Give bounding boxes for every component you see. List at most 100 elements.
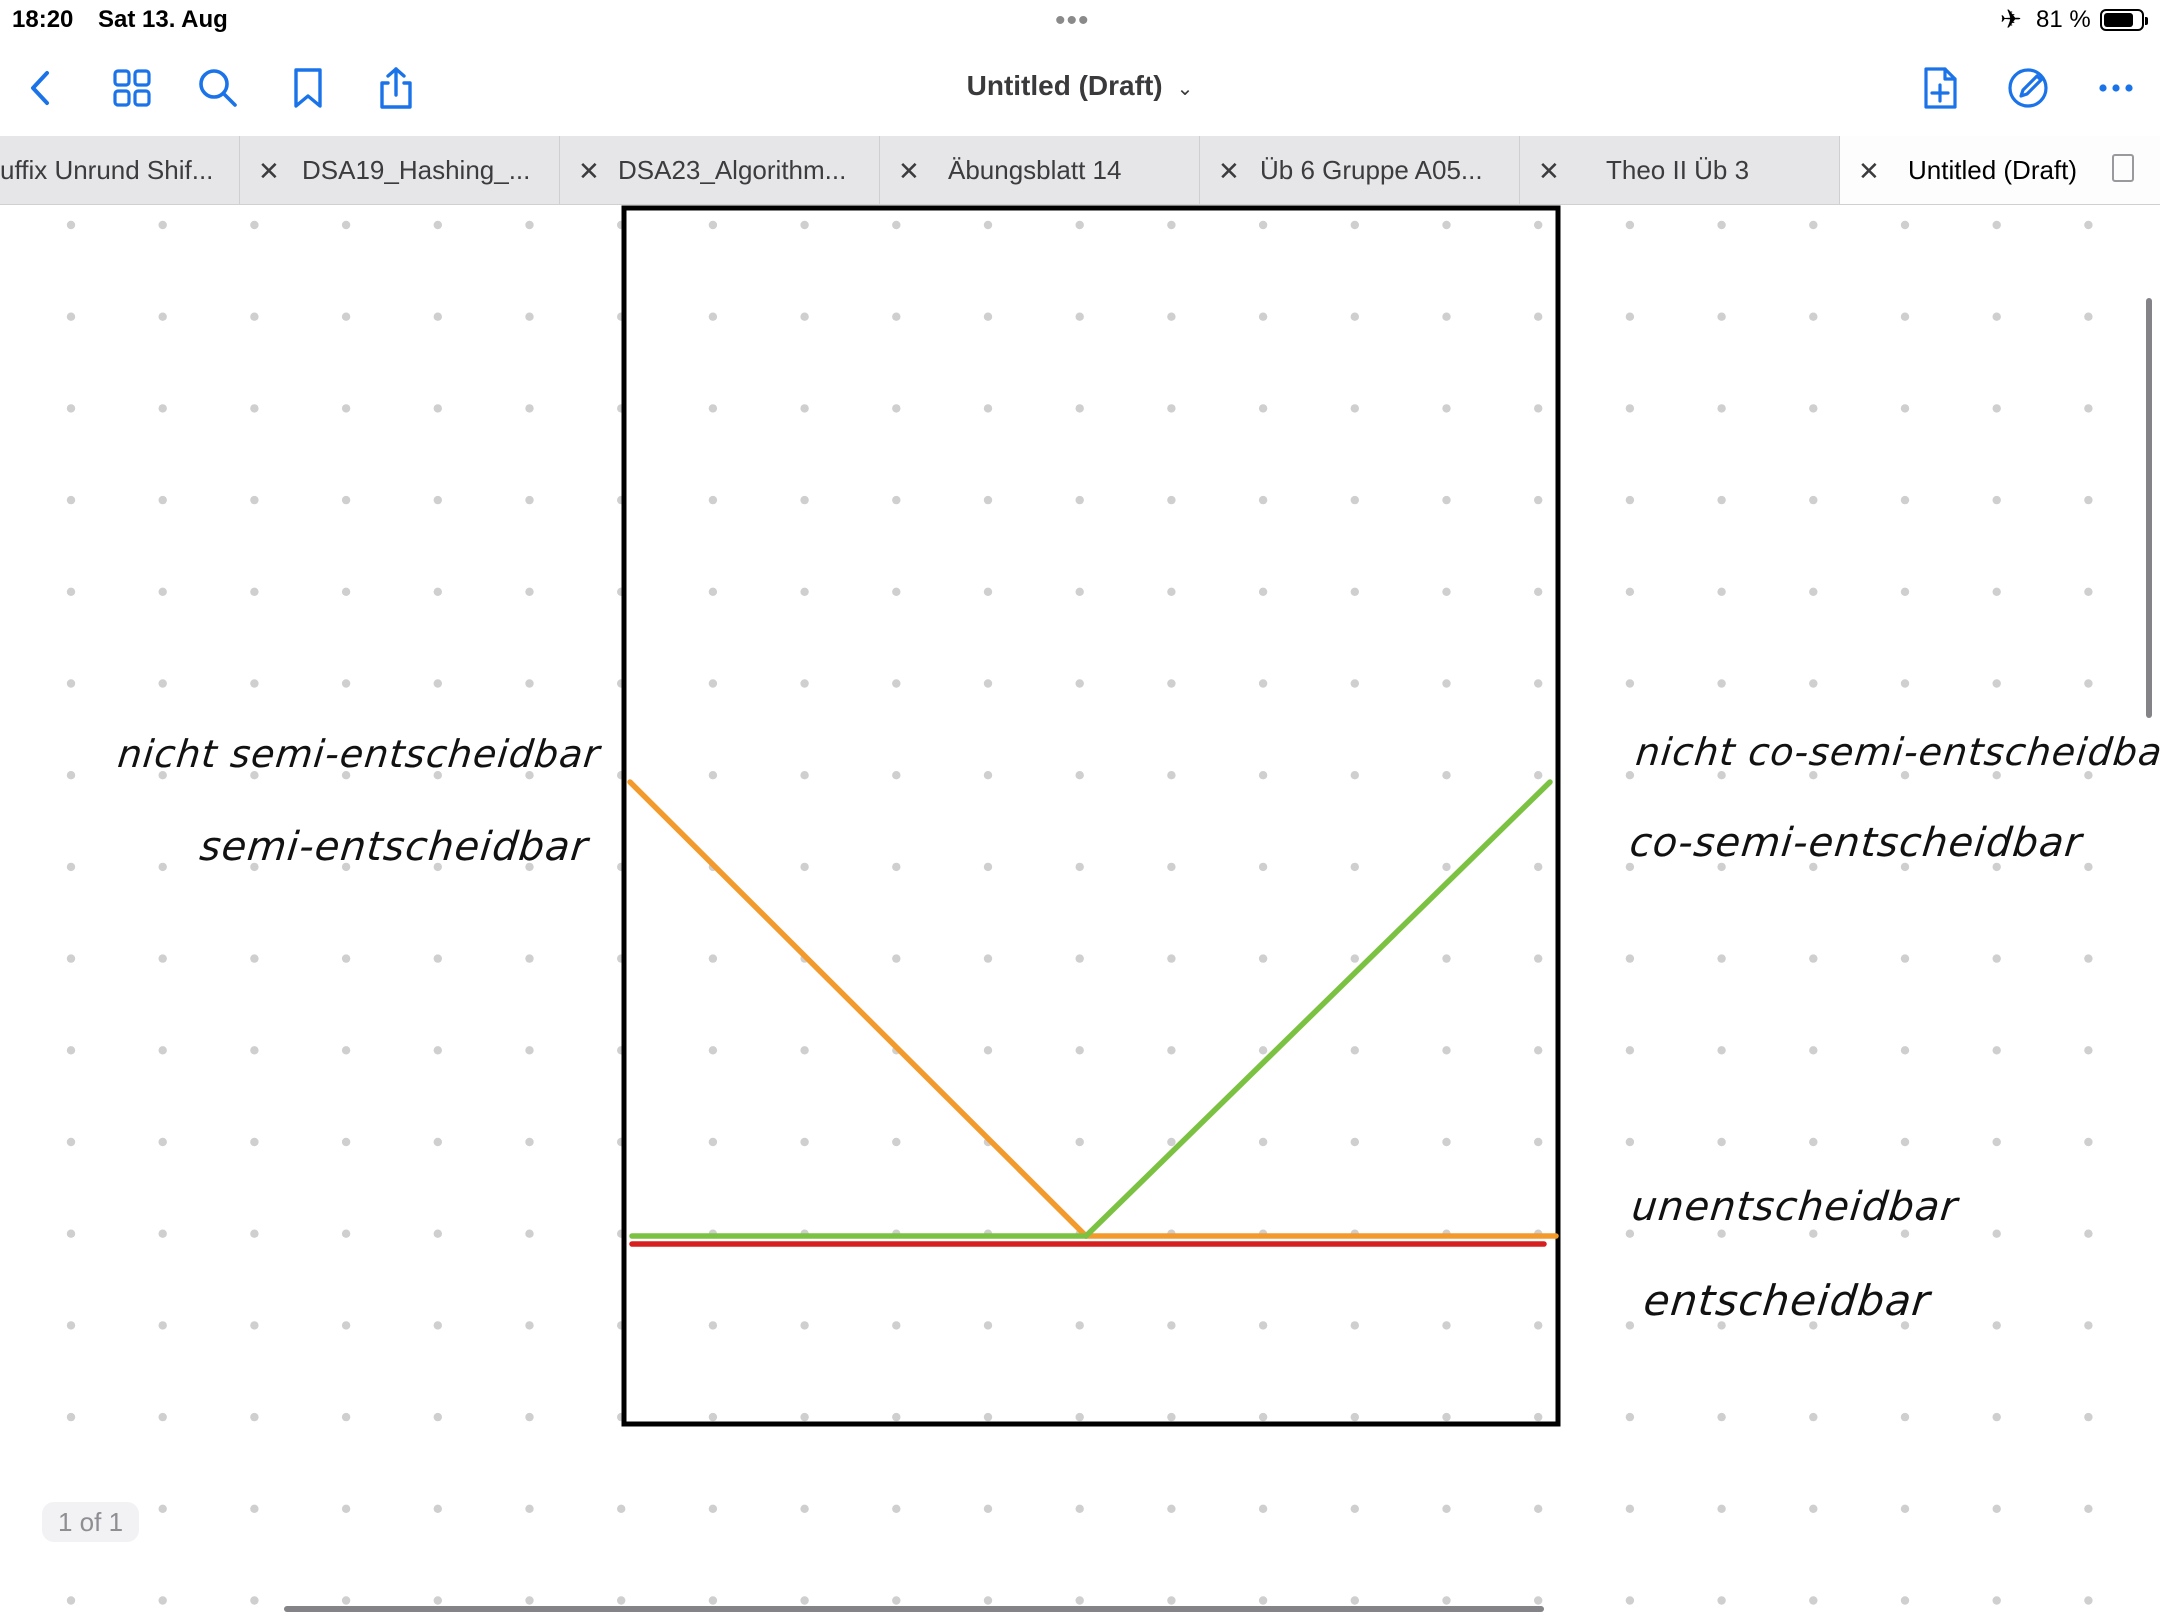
grid-dot [1534, 312, 1543, 321]
grid-dot [617, 1596, 626, 1605]
tab-item[interactable]: uffix Unrund Shif... [0, 136, 240, 204]
grid-dot [1350, 1137, 1360, 1147]
grid-dot [1167, 495, 1176, 505]
grid-dot [892, 404, 901, 413]
grid-dot [1809, 1596, 1818, 1605]
grid-dot [1625, 1596, 1635, 1605]
grid-dot [341, 1229, 351, 1238]
add-page-icon[interactable] [1912, 60, 1968, 116]
grid-dot [1075, 679, 1084, 688]
grid-dot [892, 312, 901, 321]
grid-dot [1534, 862, 1543, 872]
grid-dot [708, 771, 718, 780]
tab-item[interactable]: ✕ Üb 6 Gruppe A05... [1200, 136, 1520, 204]
close-icon[interactable]: ✕ [578, 156, 600, 187]
grid-dot [1625, 1412, 1635, 1422]
grid-dot [2084, 862, 2093, 872]
tab-label: DSA19_Hashing_... [302, 155, 531, 185]
grid-dot [1075, 1504, 1084, 1514]
grid-dot [1350, 1596, 1360, 1605]
grid-dot [800, 771, 809, 780]
grid-dot [250, 495, 259, 505]
grid-dot [433, 1137, 442, 1147]
note-canvas[interactable]: nicht semi-entscheidbar semi-entscheidba… [0, 204, 2160, 1620]
grid-dot [1258, 1504, 1268, 1514]
grid-dot [250, 1596, 259, 1605]
grid-dot [1442, 1412, 1451, 1422]
grid-dot [1534, 771, 1543, 780]
grid-dot [525, 954, 534, 963]
grid-dot [892, 1504, 901, 1514]
grid-dot [983, 495, 993, 505]
battery-icon [2100, 9, 2148, 31]
tab-item[interactable]: ✕ Äbungsblatt 14 [880, 136, 1200, 204]
grid-dot [1075, 404, 1084, 413]
grid-dot [1717, 954, 1726, 963]
grid-dot [983, 220, 993, 230]
grid-dot [1075, 1596, 1084, 1605]
close-icon[interactable]: ✕ [258, 156, 280, 187]
grid-dot [1992, 1412, 2001, 1422]
tab-item-active[interactable]: ✕ Untitled (Draft) [1840, 136, 2160, 204]
grid-dot [1900, 1412, 1910, 1422]
grid-dot [1350, 220, 1360, 230]
grid-dot [983, 587, 993, 596]
status-date: Sat 13. Aug [98, 6, 228, 33]
close-icon[interactable]: ✕ [1858, 156, 1880, 187]
grid-dot [1717, 1229, 1726, 1238]
grid-dot [2084, 1046, 2093, 1055]
grid-dot [800, 404, 809, 413]
grid-dot [892, 771, 901, 780]
grid-dot [800, 862, 809, 872]
grid-dot [250, 954, 259, 963]
close-icon[interactable]: ✕ [898, 156, 920, 187]
grid-dot [1900, 404, 1910, 413]
grid-dot [983, 862, 993, 872]
tab-item[interactable]: ✕ DSA23_Algorithm... [560, 136, 880, 204]
grid-dot [1442, 1046, 1451, 1055]
grid-dot [1534, 495, 1543, 505]
green-diagonal-stroke [1083, 779, 1553, 1239]
grid-dot [1992, 1504, 2001, 1514]
grid-dot [1350, 587, 1360, 596]
horizontal-scrollbar[interactable] [284, 1606, 1544, 1612]
grid-dot [525, 587, 534, 596]
tab-item[interactable]: ✕ Theo II Üb 3 [1520, 136, 1840, 204]
grid-dot [158, 220, 167, 230]
grid-dot [800, 1412, 809, 1422]
more-icon[interactable] [2088, 60, 2144, 116]
drawing-surface[interactable] [0, 204, 2160, 1620]
tab-label: uffix Unrund Shif... [0, 155, 214, 185]
grid-dot [341, 1596, 351, 1605]
grid-dot [158, 495, 167, 505]
multitasking-dots-icon[interactable]: ••• [1055, 4, 1090, 38]
grid-dot [1809, 679, 1818, 688]
grid-dot [1258, 771, 1268, 780]
grid-dot [1167, 1321, 1176, 1330]
grid-dot [1075, 220, 1084, 230]
grid-dot [1442, 312, 1451, 321]
close-icon[interactable]: ✕ [1218, 156, 1240, 187]
grid-dot [1717, 679, 1726, 688]
grid-dot [66, 404, 76, 413]
tab-item[interactable]: ✕ DSA19_Hashing_... [240, 136, 560, 204]
vertical-scrollbar[interactable] [2146, 298, 2152, 718]
grid-dot [1900, 954, 1910, 963]
grid-dot [341, 1412, 351, 1422]
grid-dot [2084, 1504, 2093, 1514]
airplane-icon: ✈ [2000, 4, 2022, 34]
grid-dot [525, 220, 534, 230]
grid-dot [708, 404, 718, 413]
grid-dot [708, 312, 718, 321]
close-icon[interactable]: ✕ [1538, 156, 1560, 187]
grid-dot [1809, 1046, 1818, 1055]
grid-dot [1717, 1137, 1726, 1147]
grid-dot [892, 954, 901, 963]
markup-pen-icon[interactable] [2000, 60, 2056, 116]
grid-dot [1717, 220, 1726, 230]
document-title[interactable]: Untitled (Draft) ⌄ [0, 70, 2160, 102]
grid-dot [1258, 587, 1268, 596]
grid-dot [158, 1046, 167, 1055]
tab-label: Üb 6 Gruppe A05... [1260, 155, 1483, 185]
grid-dot [66, 954, 76, 963]
